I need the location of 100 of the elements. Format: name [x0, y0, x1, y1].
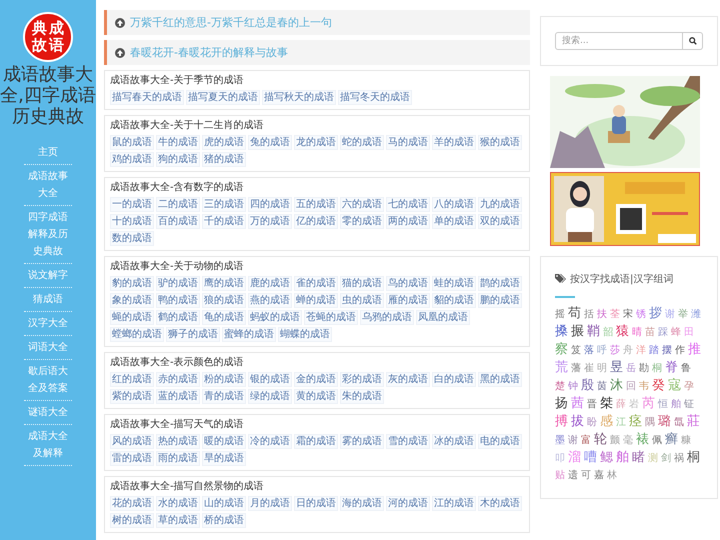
tag-link[interactable]: 描写春天的成语 — [110, 90, 184, 105]
search-button[interactable] — [683, 32, 703, 50]
tag-link[interactable]: 狗的成语 — [156, 152, 200, 167]
tag-link[interactable]: 百的成语 — [156, 214, 200, 229]
tag-link[interactable]: 江的成语 — [432, 496, 476, 511]
featured-link[interactable]: 万紫千红的意思-万紫千红总是春的上一句 — [104, 10, 530, 35]
tag-link[interactable]: 雨的成语 — [156, 451, 200, 466]
character-link[interactable]: 岳 — [626, 361, 636, 376]
character-link[interactable]: 扶 — [597, 307, 607, 322]
character-link[interactable]: 舶 — [616, 450, 629, 465]
character-link[interactable]: 洋 — [636, 343, 646, 358]
character-link[interactable]: 薛 — [616, 397, 626, 412]
character-link[interactable]: 崔 — [584, 361, 594, 376]
logo[interactable]: 典成 故语 — [23, 12, 73, 62]
tag-link[interactable]: 猪的成语 — [202, 152, 246, 167]
nav-link[interactable]: 谜语大全 — [24, 401, 72, 425]
tag-link[interactable]: 树的成语 — [110, 513, 154, 528]
tag-link[interactable]: 紫的成语 — [110, 389, 154, 404]
character-link[interactable]: 璐 — [658, 414, 671, 429]
tag-link[interactable]: 蛙的成语 — [432, 276, 476, 291]
character-link[interactable]: 林 — [607, 468, 617, 483]
tag-link[interactable]: 猫的成语 — [340, 276, 384, 291]
tag-link[interactable]: 蝇的成语 — [110, 310, 154, 325]
tag-link[interactable]: 凤凰的成语 — [416, 310, 470, 325]
character-link[interactable]: 潍 — [691, 307, 701, 322]
character-link[interactable]: 糠 — [681, 433, 691, 448]
character-link[interactable]: 谢 — [568, 433, 578, 448]
tag-link[interactable]: 红的成语 — [110, 372, 154, 387]
tag-link[interactable]: 鹏的成语 — [478, 293, 522, 308]
tag-link[interactable]: 猴的成语 — [478, 135, 522, 150]
tag-link[interactable]: 风的成语 — [110, 434, 154, 449]
tag-link[interactable]: 鸭的成语 — [156, 293, 200, 308]
character-link[interactable]: 鞘 — [587, 324, 600, 339]
character-link[interactable]: 遗 — [568, 468, 578, 483]
character-link[interactable]: 舟 — [623, 343, 633, 358]
character-link[interactable]: 钲 — [684, 397, 694, 412]
character-link[interactable]: 苗 — [645, 325, 655, 340]
tag-link[interactable]: 描写秋天的成语 — [262, 90, 336, 105]
character-link[interactable]: 钟 — [568, 379, 578, 394]
character-link[interactable]: 猿 — [616, 324, 629, 339]
tag-link[interactable]: 虫的成语 — [340, 293, 384, 308]
tag-link[interactable]: 数的成语 — [110, 231, 154, 246]
nav-link[interactable]: 歇后语大全及答案 — [24, 360, 72, 401]
tag-link[interactable]: 羊的成语 — [432, 135, 476, 150]
character-link[interactable]: 溜 — [568, 450, 581, 465]
character-link[interactable]: 可 — [581, 468, 591, 483]
tag-link[interactable]: 月的成语 — [248, 496, 292, 511]
tag-link[interactable]: 银的成语 — [248, 372, 292, 387]
character-link[interactable]: 楚 — [555, 379, 565, 394]
tag-link[interactable]: 乌鸦的成语 — [360, 310, 414, 325]
character-link[interactable]: 笈 — [571, 343, 581, 358]
tag-link[interactable]: 蓝的成语 — [156, 389, 200, 404]
character-link[interactable]: 殷 — [581, 378, 594, 393]
tag-link[interactable]: 河的成语 — [386, 496, 430, 511]
tag-link[interactable]: 貂的成语 — [432, 293, 476, 308]
character-link[interactable]: 呼 — [597, 343, 607, 358]
tag-link[interactable]: 赤的成语 — [156, 372, 200, 387]
character-link[interactable]: 茜 — [571, 396, 584, 411]
character-link[interactable]: 藩 — [571, 361, 581, 376]
nav-link[interactable]: 说文解字 — [24, 264, 72, 288]
character-link[interactable]: 荒 — [555, 360, 568, 375]
tag-link[interactable]: 零的成语 — [340, 214, 384, 229]
tag-link[interactable]: 六的成语 — [340, 197, 384, 212]
tag-link[interactable]: 七的成语 — [386, 197, 430, 212]
character-link[interactable]: 颤 — [610, 433, 620, 448]
tag-link[interactable]: 雁的成语 — [386, 293, 430, 308]
search-field[interactable]: 搜索... — [555, 32, 683, 50]
character-link[interactable]: 括 — [584, 307, 594, 322]
character-link[interactable]: 踏 — [649, 343, 659, 358]
character-link[interactable]: 拶 — [649, 306, 662, 321]
tag-link[interactable]: 描写冬天的成语 — [338, 90, 412, 105]
nav-link[interactable]: 主页 — [24, 141, 72, 165]
character-link[interactable]: 舶 — [671, 397, 681, 412]
tag-link[interactable]: 霜的成语 — [294, 434, 338, 449]
tag-link[interactable]: 暖的成语 — [202, 434, 246, 449]
tag-link[interactable]: 雷的成语 — [110, 451, 154, 466]
tag-link[interactable]: 草的成语 — [156, 513, 200, 528]
tag-link[interactable]: 鹰的成语 — [202, 276, 246, 291]
tag-link[interactable]: 蝉的成语 — [294, 293, 338, 308]
tag-link[interactable]: 描写夏天的成语 — [186, 90, 260, 105]
tag-link[interactable]: 鹊的成语 — [478, 276, 522, 291]
tag-link[interactable]: 螳螂的成语 — [110, 327, 164, 342]
nav-link[interactable]: 成语故事大全 — [24, 165, 72, 206]
tag-link[interactable]: 单的成语 — [432, 214, 476, 229]
tag-link[interactable]: 冰的成语 — [432, 434, 476, 449]
character-link[interactable]: 痉 — [629, 414, 642, 429]
character-link[interactable]: 剑 — [661, 451, 671, 466]
character-link[interactable]: 嘉 — [594, 468, 604, 483]
tag-link[interactable]: 燕的成语 — [248, 293, 292, 308]
tag-link[interactable]: 桥的成语 — [202, 513, 246, 528]
tag-link[interactable]: 两的成语 — [386, 214, 430, 229]
character-link[interactable]: 富 — [581, 433, 591, 448]
tag-link[interactable]: 热的成语 — [156, 434, 200, 449]
tag-link[interactable]: 兔的成语 — [248, 135, 292, 150]
character-link[interactable]: 嘈 — [584, 450, 597, 465]
nav-link[interactable]: 成语大全及解释 — [24, 425, 72, 466]
nav-link[interactable]: 四字成语解释及历史典故 — [24, 206, 72, 264]
tag-link[interactable]: 灰的成语 — [386, 372, 430, 387]
character-link[interactable]: 贴 — [555, 468, 565, 483]
tag-link[interactable]: 雀的成语 — [294, 276, 338, 291]
